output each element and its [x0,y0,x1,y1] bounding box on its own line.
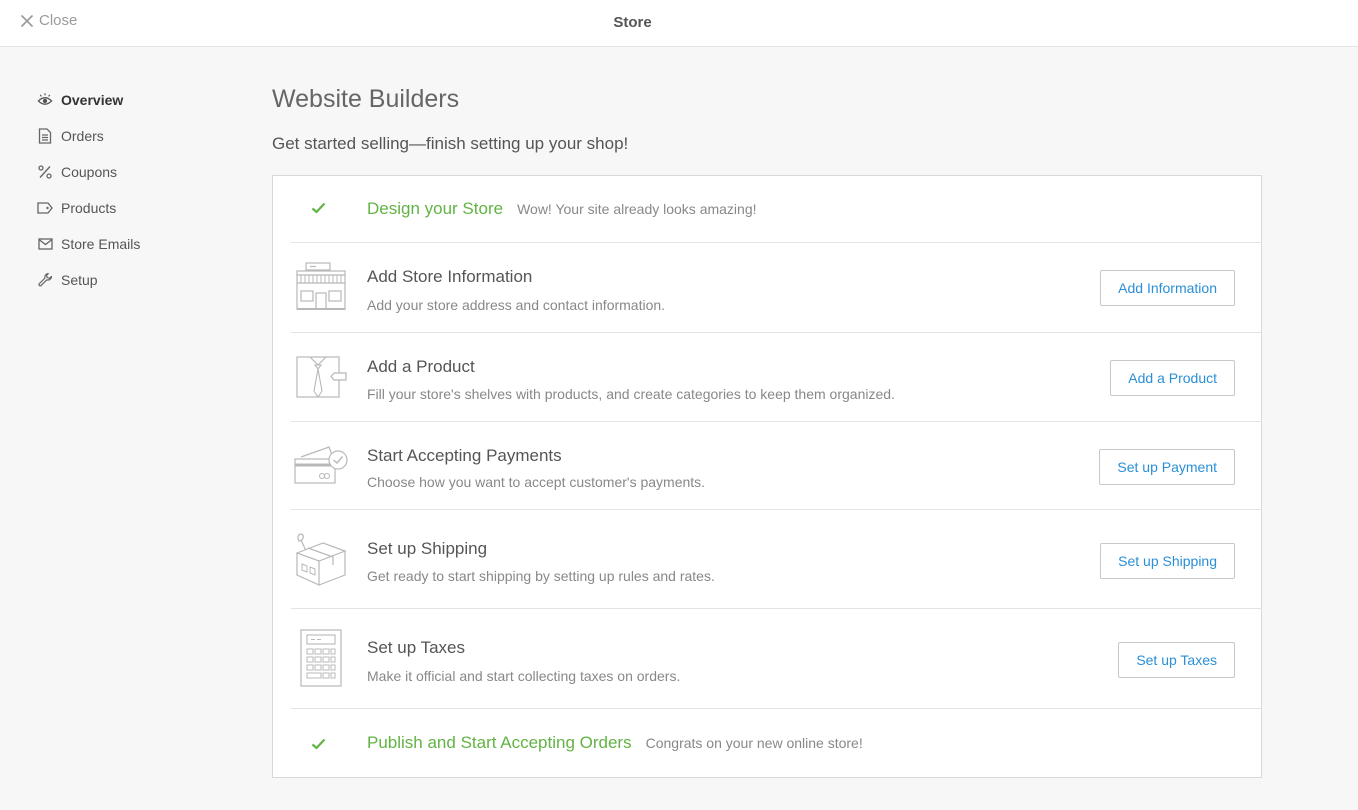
step-title: Start Accepting Payments [367,446,562,465]
page-header-title: Store [613,14,652,31]
step-title: Design your Store Wow! Your site already … [367,199,757,218]
sidebar-item-label: Overview [61,92,124,108]
checklist-item-taxes: Set up Taxes Make it official and start … [291,609,1262,709]
step-description: Choose how you want to accept customer's… [367,474,706,490]
step-description: Fill your store's shelves with products,… [367,386,895,402]
top-bar: Close Store [0,0,1358,47]
eye-icon [37,92,53,108]
credit-card-icon [293,439,349,493]
add-information-button[interactable]: Add Information [1100,270,1235,306]
checkmark-icon [311,201,326,219]
page-title: Website Builders [272,85,460,113]
step-title: Add Store Information [367,267,533,286]
sidebar-item-store-emails[interactable]: Store Emails [37,226,237,262]
step-title: Set up Shipping [367,539,488,558]
envelope-icon [37,236,53,252]
sidebar-item-label: Coupons [61,164,118,180]
checklist-item-payments: Start Accepting Payments Choose how you … [291,422,1262,510]
set-up-shipping-button[interactable]: Set up Shipping [1100,543,1235,579]
page-subtitle: Get started selling—finish setting up yo… [272,134,629,153]
sidebar-item-label: Products [61,200,117,216]
sidebar-item-coupons[interactable]: Coupons [37,154,237,190]
sidebar-nav: Overview Orders Coupons Products Store E… [37,82,237,298]
set-up-payment-button[interactable]: Set up Payment [1099,449,1235,485]
wrench-icon [37,272,53,288]
shirt-tag-icon [293,350,349,404]
step-title: Add a Product [367,357,475,376]
step-description: Make it official and start collecting ta… [367,668,681,684]
checklist-item-shipping: Set up Shipping Get ready to start shipp… [291,510,1262,609]
sidebar-item-label: Setup [61,272,98,288]
sidebar-item-overview[interactable]: Overview [37,82,237,118]
sidebar-item-products[interactable]: Products [37,190,237,226]
add-product-button[interactable]: Add a Product [1110,360,1235,396]
checklist-item-publish: Publish and Start Accepting Orders Congra… [291,709,1262,778]
checklist-item-add-product: Add a Product Fill your store's shelves … [291,333,1262,422]
setup-checklist: Design your Store Wow! Your site already … [272,175,1262,778]
step-title: Set up Taxes [367,638,465,657]
percent-icon [37,164,53,180]
calculator-icon [293,629,349,687]
storefront-icon [293,260,349,314]
sidebar-item-orders[interactable]: Orders [37,118,237,154]
sidebar-item-setup[interactable]: Setup [37,262,237,298]
tag-icon [37,200,53,216]
step-description: Add your store address and contact infor… [367,297,666,313]
step-description: Wow! Your site already looks amazing! [517,201,757,217]
set-up-taxes-button[interactable]: Set up Taxes [1118,642,1235,678]
step-description: Congrats on your new online store! [645,735,863,751]
checklist-item-design-store: Design your Store Wow! Your site already … [291,176,1262,243]
checkmark-icon [311,737,326,755]
sidebar-item-label: Orders [61,128,104,144]
document-icon [37,128,53,144]
shipping-box-icon [293,532,349,586]
checklist-item-store-information: Add Store Information Add your store add… [291,243,1262,333]
sidebar-item-label: Store Emails [61,236,141,252]
step-title: Publish and Start Accepting Orders Congra… [367,733,863,752]
main-content: Website Builders Get started selling—fin… [272,82,1262,778]
step-description: Get ready to start shipping by setting u… [367,568,715,584]
